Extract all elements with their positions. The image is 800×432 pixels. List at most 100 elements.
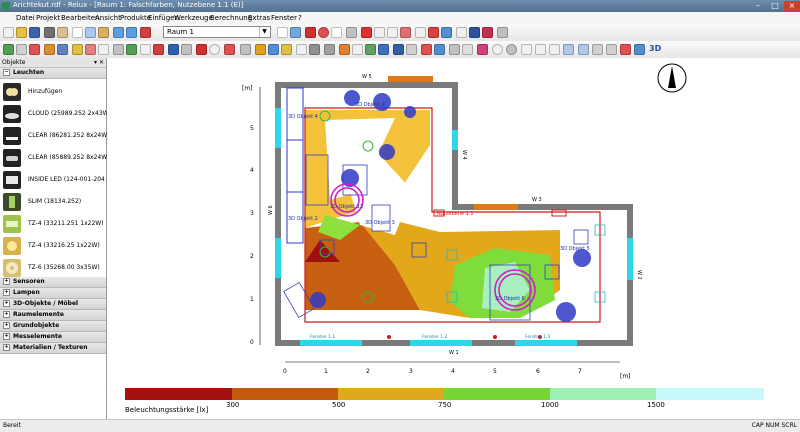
pipette-icon[interactable]	[181, 44, 192, 55]
lamp-item[interactable]: TZ-4 (33211.251 1x22W)	[0, 213, 106, 235]
wall-icon[interactable]	[352, 44, 363, 55]
grid-icon[interactable]	[346, 27, 357, 38]
section-raumelemente[interactable]: + Raumelemente	[0, 310, 106, 321]
cube-icon[interactable]	[309, 44, 320, 55]
room-copy-icon[interactable]	[290, 27, 301, 38]
menu-projekt[interactable]: Projekt	[36, 13, 60, 23]
group-icon[interactable]	[113, 44, 124, 55]
section-messelemente[interactable]: + Messelemente	[0, 332, 106, 343]
brush-icon[interactable]	[469, 27, 480, 38]
pen-icon[interactable]	[400, 27, 411, 38]
zoom-in-icon[interactable]	[521, 44, 532, 55]
lamp-item[interactable]: CLOUD (25989.252 2x43W)	[0, 103, 111, 125]
color-icon[interactable]	[168, 44, 179, 55]
collapse-icon[interactable]: −	[3, 69, 10, 76]
delete-icon[interactable]	[140, 27, 151, 38]
marker-icon[interactable]	[428, 27, 439, 38]
shelf-icon[interactable]	[378, 44, 389, 55]
close-button[interactable]: ×	[784, 1, 800, 11]
crosshair-icon[interactable]	[305, 27, 316, 38]
light-icon[interactable]	[72, 44, 83, 55]
open-folder-icon[interactable]	[16, 27, 27, 38]
page-preview-icon[interactable]	[57, 27, 68, 38]
print-icon[interactable]	[44, 27, 55, 38]
expand-icon[interactable]: +	[3, 322, 10, 329]
align-icon[interactable]	[361, 27, 372, 38]
redo-icon[interactable]	[126, 27, 137, 38]
settings-icon[interactable]	[497, 27, 508, 38]
lamp-item[interactable]: CLEAR (85889.252 8x24W)	[0, 147, 109, 169]
undo-icon[interactable]	[113, 27, 124, 38]
menu-produkte[interactable]: Produkte	[120, 13, 151, 23]
room-select[interactable]: Raum 1 ▼	[163, 26, 271, 38]
expand-icon[interactable]: +	[3, 300, 10, 307]
section-3d-objekte[interactable]: +3D-Objekte / Möbel	[0, 299, 106, 310]
report-icon[interactable]	[462, 44, 473, 55]
view-side-icon[interactable]	[592, 44, 603, 55]
false-color-icon[interactable]	[620, 44, 631, 55]
split-icon[interactable]	[224, 44, 235, 55]
expand-icon[interactable]: +	[3, 344, 10, 351]
menu-berechnung[interactable]: Berechnung	[210, 13, 252, 23]
isolines-icon[interactable]	[634, 44, 645, 55]
ruler-icon[interactable]	[240, 44, 251, 55]
view-iso-icon[interactable]	[606, 44, 617, 55]
menu-datei[interactable]: Datei	[16, 13, 35, 23]
refresh-icon[interactable]	[506, 44, 517, 55]
maximize-button[interactable]: □	[767, 1, 783, 11]
text-icon[interactable]	[456, 27, 467, 38]
box-icon[interactable]	[324, 44, 335, 55]
expand-icon[interactable]: +	[3, 289, 10, 296]
section-grundobjekte[interactable]: + Grundobjekte	[0, 321, 106, 332]
zoom-fit-icon[interactable]	[549, 44, 560, 55]
mirror-icon[interactable]	[126, 44, 137, 55]
bulb-icon[interactable]	[281, 44, 292, 55]
view-front-icon[interactable]	[578, 44, 589, 55]
view-top-icon[interactable]	[563, 44, 574, 55]
lamp-item[interactable]: TZ-6 (35268.00 3x35W)	[0, 257, 106, 279]
panel-controls[interactable]: ▾ ✕	[94, 58, 104, 67]
menu-extras[interactable]: Extras	[248, 13, 270, 23]
move-icon[interactable]	[3, 44, 14, 55]
erase-icon[interactable]	[153, 44, 164, 55]
plant-icon[interactable]	[365, 44, 376, 55]
rotate-icon[interactable]	[318, 27, 329, 38]
door-icon[interactable]	[387, 27, 398, 38]
section-lampen[interactable]: + Lampen	[0, 288, 106, 299]
paint-icon[interactable]	[268, 44, 279, 55]
section-leuchten[interactable]: − Leuchten	[0, 68, 106, 79]
new-file-icon[interactable]	[3, 27, 14, 38]
menu-bearbeiten[interactable]: Bearbeiten	[61, 13, 99, 23]
flag-icon[interactable]	[421, 44, 432, 55]
floor-plan[interactable]: 3D Objekt 4 3D Objekt 9 3D Objekt 2 3D O…	[107, 58, 800, 419]
lamp-item[interactable]: INSIDE LED (124-001-204 )	[0, 169, 109, 191]
minimize-button[interactable]: –	[750, 1, 766, 11]
pin-icon[interactable]	[196, 44, 207, 55]
menu-ansicht[interactable]: Ansicht	[95, 13, 121, 23]
chevron-down-icon[interactable]: ▼	[259, 27, 269, 37]
table-icon[interactable]	[415, 27, 426, 38]
lamp-item[interactable]: CLEAR (86281.252 8x24W)	[0, 125, 109, 147]
lamp-item-add[interactable]: Hinzufügen	[0, 81, 106, 103]
sensor-icon[interactable]	[85, 44, 96, 55]
lamp-icon[interactable]	[441, 27, 452, 38]
list-icon[interactable]	[449, 44, 460, 55]
zoom-icon[interactable]	[209, 44, 220, 55]
array-icon[interactable]	[140, 44, 151, 55]
menu-werkzeuge[interactable]: Werkzeuge	[174, 13, 213, 23]
wizard-icon[interactable]	[434, 44, 445, 55]
camera-icon[interactable]	[406, 44, 417, 55]
plan-canvas[interactable]: 3D Objekt 4 3D Objekt 9 3D Objekt 2 3D O…	[107, 58, 800, 419]
texture-icon[interactable]	[339, 44, 350, 55]
expand-icon[interactable]: +	[3, 333, 10, 340]
measure-icon[interactable]	[331, 27, 342, 38]
section-sensoren[interactable]: + Sensoren	[0, 277, 106, 288]
plan-icon[interactable]	[296, 44, 307, 55]
folder-icon[interactable]	[255, 44, 266, 55]
expand-icon[interactable]: +	[3, 278, 10, 285]
lamp-item[interactable]: SLIM (18134.252)	[0, 191, 106, 213]
lamp-item[interactable]: TZ-4 (33216.25 1x22W)	[0, 235, 106, 257]
add-icon[interactable]	[29, 44, 40, 55]
menu-fenster[interactable]: Fenster	[271, 13, 297, 23]
copy-icon[interactable]	[85, 27, 96, 38]
